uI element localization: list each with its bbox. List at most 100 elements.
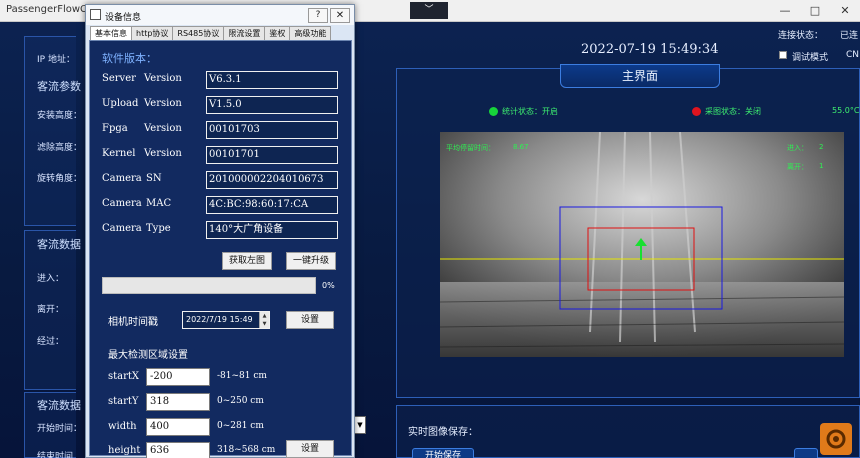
tab-rs485[interactable]: RS485协议 [172,26,225,40]
camera-out-value: 1 [819,162,824,170]
tab-advanced[interactable]: 高级功能 [289,26,332,40]
temperature-readout: 55.0°C [832,106,860,115]
filter-height-label: 滤除高度： [37,143,83,153]
current-datetime: 2022-07-19 15:49:34 [581,42,719,57]
height-label: height [108,445,141,456]
pass-label: 经过： [37,337,65,347]
camera-image [440,132,844,357]
maximize-button[interactable]: □ [800,0,830,22]
camera-in-value: 2 [819,143,824,151]
camera-time-picker[interactable]: 2022/7/19 15:49 ▲ ▼ [182,311,270,329]
starty-input[interactable]: 318 [146,393,210,411]
server-version-field: V6.3.1 [206,71,338,89]
in-label: 进入： [37,274,65,284]
fpga-version-label: Version [144,123,182,134]
camera-sn-label-b: SN [146,173,162,184]
app-window-controls: — □ ✕ [770,0,860,22]
avg-stay-label: 平均停留时间： [446,144,495,152]
camera-out-label: 离开： [787,163,808,171]
camera-mac-label-b: MAC [146,198,172,209]
server-version-label: Version [144,73,182,84]
close-button[interactable]: ✕ [830,0,860,22]
tab-http[interactable]: http协议 [131,26,174,40]
tab-basic-info[interactable]: 基本信息 [90,26,132,41]
debug-mode-label: 调试模式 [792,53,829,63]
app-title: PassengerFlowCl [6,4,90,15]
kernel-version-field: 00101701 [206,146,338,164]
camera-mac-field: 4C:BC:98:60:17:CA [206,196,338,214]
upgrade-progress-percent: 0% [322,281,335,290]
debug-mode-checkbox[interactable] [779,51,787,59]
capture-status-text: 采图状态：关闭 [705,107,761,116]
flow-time-title: 客流数据 [37,399,81,412]
tab-auth[interactable]: 鉴权 [264,26,291,40]
camera-view: 平均停留时间： 8.67 进入： 2 离开： 1 [440,132,844,357]
dialog-titlebar: 设备信息 ? ✕ [86,5,354,25]
kernel-label: Kernel [102,148,136,159]
fpga-label: Fpga [102,123,128,134]
camera-type-label-b: Type [146,223,171,234]
params-section-title: 客流参数 [37,80,81,93]
end-time-label: 结束时间 [37,452,74,458]
dialog-title: 设备信息 [105,13,142,23]
height-range: 318~568 cm [217,445,276,455]
dialog-tabs: 基本信息 http协议 RS485协议 限流设置 鉴权 高级功能 [90,26,332,41]
chevron-down-icon[interactable]: ﹀ [410,2,448,19]
ip-label: IP 地址： [37,55,75,65]
out-label: 离开： [37,305,65,315]
startx-label: startX [108,371,140,382]
software-version-title: 软件版本： [102,52,157,65]
statistics-status-text: 统计状态：开启 [502,107,558,116]
camera-type-label-a: Camera [102,223,142,234]
image-save-label: 实时图像保存： [408,427,478,438]
camera-time-value: 2022/7/19 15:49 [186,315,253,324]
kernel-version-label: Version [144,148,182,159]
camera-sn-field: 201000002204010673 [206,171,338,189]
tab-limit[interactable]: 限流设置 [223,26,266,40]
basic-info-panel: 软件版本： Server Version V6.3.1 Upload Versi… [89,40,352,458]
server-label: Server [102,73,136,84]
help-button[interactable]: ? [308,8,328,23]
upload-version-label: Version [144,98,182,109]
one-click-upgrade-button[interactable]: 一键升级 [286,252,336,270]
statistics-status-dot [489,107,498,116]
language-indicator[interactable]: CN [846,50,859,60]
starty-range: 0~250 cm [217,396,264,406]
helper-gear-icon[interactable] [820,423,852,455]
startx-range: -81~81 cm [217,371,267,381]
set-time-button[interactable]: 设置 [286,311,334,329]
rotate-angle-label: 旋转角度： [37,174,83,184]
upload-version-field: V1.5.0 [206,96,338,114]
fpga-version-field: 00101703 [206,121,338,139]
camera-type-field: 140°大广角设备 [206,221,338,239]
height-input[interactable]: 636 [146,442,210,458]
startx-input[interactable]: -200 [146,368,210,386]
start-save-button[interactable]: 开始保存 [412,448,474,458]
window-icon [90,9,101,20]
camera-sn-label-a: Camera [102,173,142,184]
dropdown-arrow-icon[interactable]: ▼ [354,416,366,434]
upload-label: Upload [102,98,139,109]
camera-time-label: 相机时间戳 [108,317,158,328]
width-input[interactable]: 400 [146,418,210,436]
device-info-dialog: 设备信息 ? ✕ 基本信息 http协议 RS485协议 限流设置 鉴权 高级功… [85,4,355,458]
capture-status-dot [692,107,701,116]
dialog-close-button[interactable]: ✕ [330,8,350,23]
connection-status-value: 已连 [840,31,859,41]
width-range: 0~281 cm [217,421,264,431]
start-time-label: 开始时间： [37,424,83,434]
get-left-image-button[interactable]: 获取左图 [222,252,272,270]
starty-label: startY [108,396,139,407]
camera-mac-label-a: Camera [102,198,142,209]
time-spin-arrows-icon[interactable]: ▲ ▼ [259,312,269,328]
corner-button[interactable] [794,448,818,458]
minimize-button[interactable]: — [770,0,800,22]
set-region-button[interactable]: 设置 [286,440,334,458]
install-height-label: 安装高度： [37,111,83,121]
width-label: width [108,421,137,432]
connection-status-label: 连接状态： [778,31,824,41]
tab-main[interactable]: 主界面 [560,64,720,88]
upgrade-progress-bar [102,277,316,294]
avg-stay-value: 8.67 [513,143,529,151]
camera-in-label: 进入： [787,144,808,152]
